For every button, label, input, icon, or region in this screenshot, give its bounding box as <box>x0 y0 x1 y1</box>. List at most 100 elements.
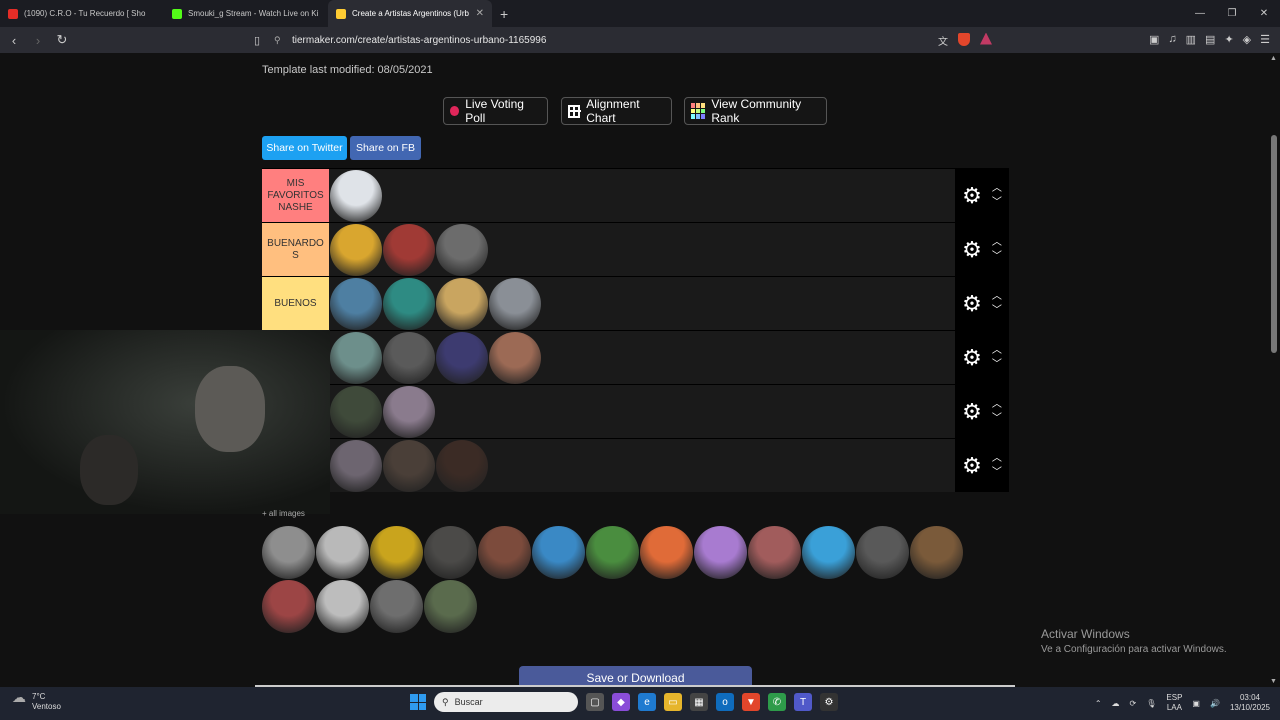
teams-icon[interactable]: T <box>794 693 812 711</box>
weather-widget[interactable]: ☁ 7°C Ventoso <box>12 690 61 712</box>
gear-icon[interactable]: ⚙ <box>962 345 982 371</box>
whatsapp-icon[interactable]: ✆ <box>768 693 786 711</box>
chevron-down-icon[interactable]: ﹀ <box>992 305 1002 316</box>
artist-avatar[interactable] <box>489 277 541 330</box>
artist-avatar[interactable] <box>436 331 488 384</box>
share-twitter-button[interactable]: Share on Twitter <box>262 136 347 160</box>
browser-tab-tiermaker[interactable]: Create a Artistas Argentinos (Urb ✕ <box>328 0 492 27</box>
media-icon[interactable]: ♫ <box>1168 33 1176 46</box>
maximize-icon[interactable]: ❐ <box>1216 0 1248 27</box>
chevron-down-icon[interactable]: ﹀ <box>992 413 1002 424</box>
page-scrollbar[interactable]: ▲ ▼ <box>1270 55 1278 685</box>
clock[interactable]: 03:04 13/10/2025 <box>1230 693 1270 713</box>
artist-avatar[interactable] <box>316 580 369 633</box>
onedrive-icon[interactable]: ☁ <box>1112 699 1120 708</box>
artist-avatar[interactable] <box>694 526 747 579</box>
artist-avatar[interactable] <box>383 277 435 330</box>
sync-icon[interactable]: ⟳ <box>1130 699 1137 708</box>
chevron-up-icon[interactable]: ︿ <box>992 237 1002 248</box>
artist-avatar[interactable] <box>330 439 382 492</box>
chevron-up-icon[interactable]: ︿ <box>992 453 1002 464</box>
artist-avatar[interactable] <box>330 331 382 384</box>
settings-app-icon[interactable]: ⚙ <box>820 693 838 711</box>
view-community-rank-button[interactable]: View Community Rank <box>684 97 827 125</box>
edge-icon[interactable]: e <box>638 693 656 711</box>
brave-shields-icon[interactable] <box>958 32 970 46</box>
artist-avatar[interactable] <box>586 526 639 579</box>
tier-label[interactable]: BUENARDO S <box>262 223 329 276</box>
brave-browser-icon[interactable]: ▼ <box>742 693 760 711</box>
tier-label[interactable]: MIS FAVORITOS NASHE <box>262 169 329 222</box>
gear-icon[interactable]: ⚙ <box>962 453 982 479</box>
screenshot-icon[interactable]: ▣ <box>1149 33 1159 46</box>
gear-icon[interactable]: ⚙ <box>962 291 982 317</box>
close-tab-icon[interactable]: ✕ <box>476 8 484 19</box>
gear-icon[interactable]: ⚙ <box>962 183 982 209</box>
artist-avatar[interactable] <box>330 223 382 276</box>
artist-avatar[interactable] <box>424 526 477 579</box>
artist-avatar[interactable] <box>436 439 488 492</box>
wallet-icon[interactable]: ▤ <box>1205 33 1215 46</box>
artist-avatar[interactable] <box>802 526 855 579</box>
network-icon[interactable]: ▣ <box>1192 699 1200 708</box>
artist-avatar[interactable] <box>383 385 435 438</box>
task-view-icon[interactable]: ▢ <box>586 693 604 711</box>
forward-icon[interactable]: › <box>28 33 48 48</box>
save-or-download-button[interactable]: Save or Download <box>519 666 752 687</box>
new-tab-button[interactable]: + <box>500 6 508 22</box>
leo-icon[interactable]: ✦ <box>1224 33 1233 46</box>
tier-label[interactable]: BUENOS <box>262 277 329 330</box>
site-info-icon[interactable]: ⚲ <box>274 35 292 46</box>
artist-avatar[interactable] <box>262 526 315 579</box>
share-fb-button[interactable]: Share on FB <box>350 136 421 160</box>
chevron-down-icon[interactable]: ﹀ <box>992 467 1002 478</box>
language-indicator[interactable]: ESP LAA <box>1166 693 1182 713</box>
artist-avatar[interactable] <box>330 385 382 438</box>
scroll-up-icon[interactable]: ▲ <box>1270 55 1277 62</box>
artist-avatar[interactable] <box>436 223 488 276</box>
reload-icon[interactable]: ↻ <box>52 32 72 48</box>
sidebar-icon[interactable]: ▥ <box>1186 33 1196 46</box>
chevron-up-icon[interactable]: ︿ <box>992 291 1002 302</box>
chevron-down-icon[interactable]: ﹀ <box>992 197 1002 208</box>
gear-icon[interactable]: ⚙ <box>962 399 982 425</box>
artist-avatar[interactable] <box>262 580 315 633</box>
artist-avatar[interactable] <box>478 526 531 579</box>
gear-icon[interactable]: ⚙ <box>962 237 982 263</box>
live-voting-poll-button[interactable]: Live Voting Poll <box>443 97 548 125</box>
copilot-icon[interactable]: ◆ <box>612 693 630 711</box>
scrollbar-thumb[interactable] <box>1271 135 1277 353</box>
menu-icon[interactable]: ☰ <box>1260 33 1270 46</box>
scroll-down-icon[interactable]: ▼ <box>1270 678 1277 685</box>
artist-avatar[interactable] <box>748 526 801 579</box>
volume-icon[interactable]: 🔊 <box>1210 699 1220 708</box>
outlook-icon[interactable]: o <box>716 693 734 711</box>
artist-avatar[interactable] <box>330 277 382 330</box>
minimize-icon[interactable]: — <box>1184 0 1216 27</box>
artist-avatar[interactable] <box>856 526 909 579</box>
brave-rewards-icon[interactable] <box>980 32 992 45</box>
artist-avatar[interactable] <box>640 526 693 579</box>
chevron-down-icon[interactable]: ﹀ <box>992 251 1002 262</box>
start-icon[interactable] <box>410 694 426 710</box>
chevron-up-icon[interactable]: ︿ <box>992 183 1002 194</box>
chevron-up-icon[interactable]: ︿ <box>992 345 1002 356</box>
artist-avatar[interactable] <box>370 526 423 579</box>
artist-avatar[interactable] <box>910 526 963 579</box>
artist-avatar[interactable] <box>383 331 435 384</box>
address-bar[interactable]: ▯ ⚲ tiermaker.com/create/artistas-argent… <box>254 30 1000 50</box>
artist-avatar[interactable] <box>532 526 585 579</box>
tray-overflow-icon[interactable]: ⌃ <box>1095 699 1102 708</box>
artist-avatar[interactable] <box>370 580 423 633</box>
artist-avatar[interactable] <box>383 439 435 492</box>
artist-avatar[interactable] <box>424 580 477 633</box>
close-window-icon[interactable]: ✕ <box>1248 0 1280 27</box>
translate-icon[interactable]: 文 <box>938 33 948 48</box>
mic-icon[interactable]: 🎙 <box>1146 699 1156 708</box>
bookmark-icon[interactable]: ▯ <box>254 34 274 47</box>
artist-avatar[interactable] <box>316 526 369 579</box>
store-icon[interactable]: ▦ <box>690 693 708 711</box>
browser-tab-kick[interactable]: Smouki_g Stream - Watch Live on Ki <box>164 0 328 27</box>
artist-avatar[interactable] <box>436 277 488 330</box>
file-explorer-icon[interactable]: ▭ <box>664 693 682 711</box>
